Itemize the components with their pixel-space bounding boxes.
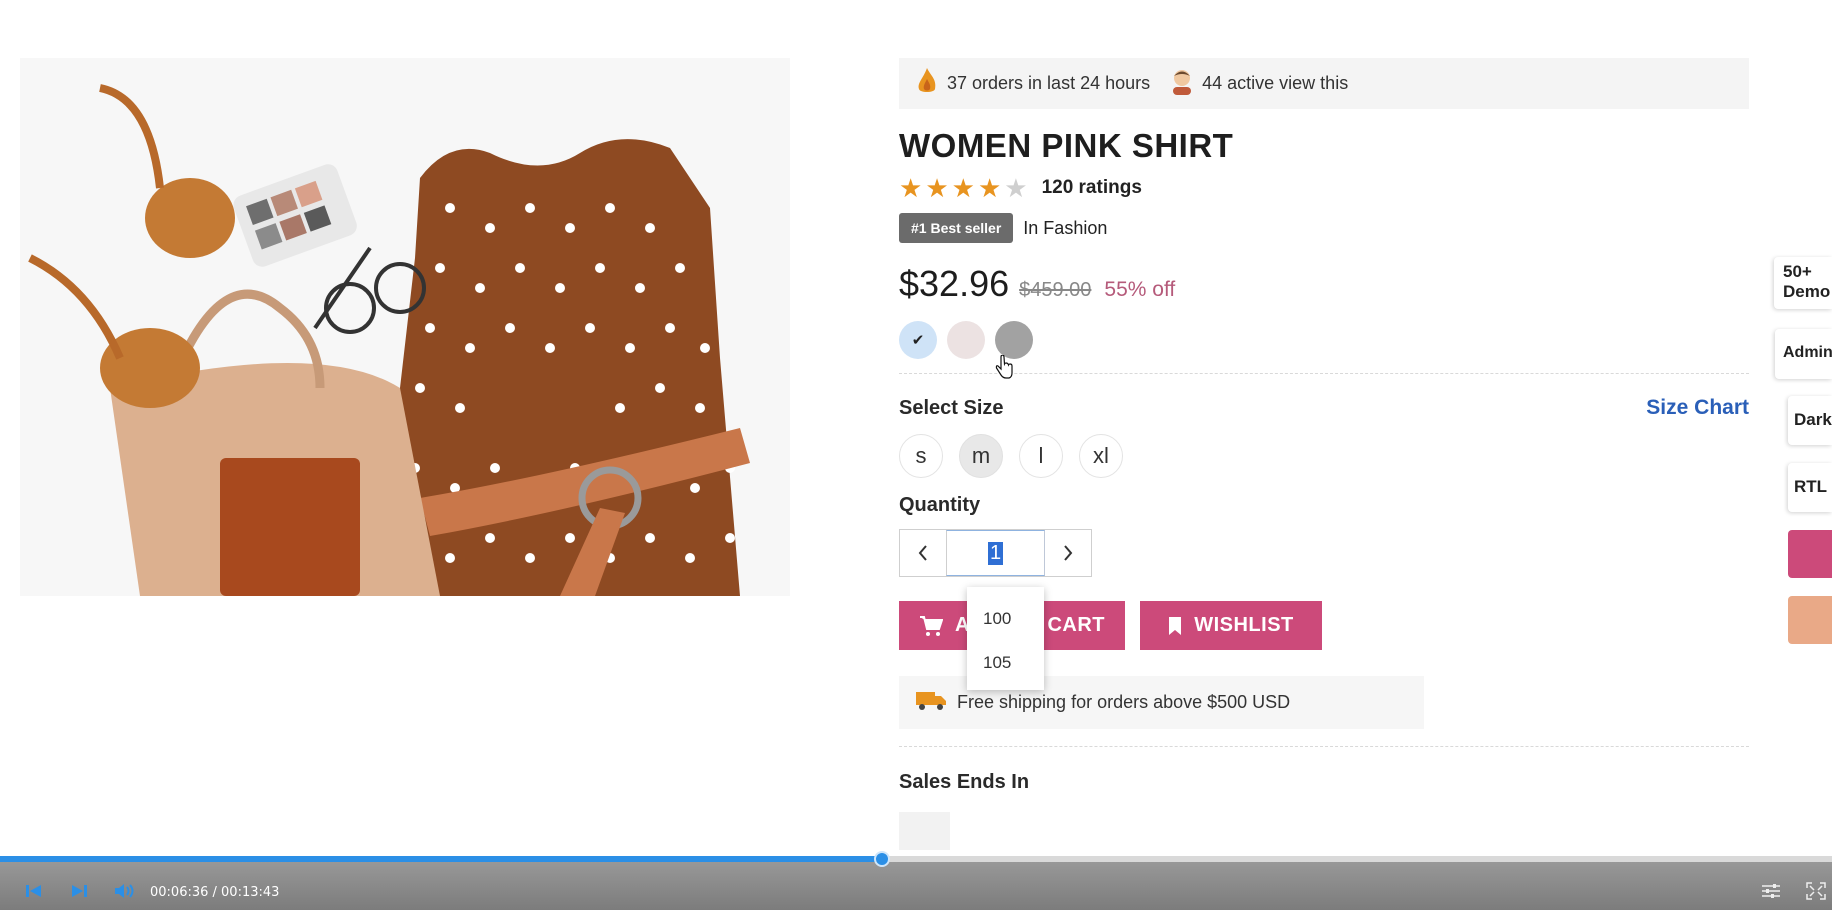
quantity-value: 1 — [987, 541, 1004, 565]
volume-icon — [115, 884, 134, 898]
star-icon: ★ — [899, 173, 923, 203]
size-chart-link[interactable]: Size Chart — [1646, 396, 1749, 420]
demos-tab[interactable]: 50+ Demo — [1774, 257, 1832, 309]
product-image — [20, 58, 790, 596]
pink-theme-tab[interactable] — [1788, 530, 1832, 578]
badge-category: In Fashion — [1023, 217, 1108, 238]
chevron-left-icon — [918, 545, 927, 561]
video-player-bar — [0, 858, 1832, 910]
star-rating: ★ ★ ★ ★ ★ — [899, 175, 1028, 201]
ratings-count[interactable]: 120 ratings — [1042, 177, 1142, 199]
divider — [899, 746, 1749, 747]
quantity-label: Quantity — [899, 494, 981, 516]
current-price: $32.96 — [899, 263, 1010, 304]
price-row: $32.96 $459.00 55% off — [899, 263, 1749, 305]
skip-back-icon — [26, 885, 41, 897]
sales-ends-label: Sales Ends In — [899, 771, 1030, 793]
volume-button[interactable] — [113, 880, 137, 902]
progress-fill — [0, 856, 882, 862]
color-swatch-grey[interactable] — [995, 321, 1033, 359]
orders-text: 37 orders in last 24 hours — [947, 73, 1151, 93]
skip-forward-button[interactable] — [67, 880, 91, 902]
quantity-stepper: 1 — [899, 529, 1092, 577]
chevron-right-icon — [1064, 545, 1073, 561]
product-title: WOMEN PINK SHIRT — [899, 127, 1234, 164]
star-icon: ★ — [925, 173, 949, 203]
peach-theme-tab[interactable] — [1788, 596, 1832, 644]
fire-icon — [915, 67, 939, 100]
size-header: Select Size Size Chart — [899, 396, 1749, 420]
playback-time: 00:06:36 / 00:13:43 — [150, 885, 280, 900]
product-photo — [20, 58, 790, 596]
star-icon: ★ — [951, 173, 975, 203]
product-info: 37 orders in last 24 hours 44 active vie… — [899, 58, 1749, 850]
rating-row: ★ ★ ★ ★ ★ 120 ratings — [899, 175, 1749, 201]
badge-row: #1 Best seller In Fashion — [899, 213, 1749, 243]
viewers-text: 44 active view this — [1202, 73, 1349, 93]
quantity-increase-button[interactable] — [1045, 530, 1091, 576]
suggestion-option[interactable]: 100 — [967, 597, 1044, 641]
size-options: s m l xl — [899, 434, 1749, 478]
select-size-label: Select Size — [899, 396, 1004, 419]
hand-cursor-icon — [995, 355, 1013, 379]
person-icon — [1170, 67, 1194, 100]
bookmark-icon — [1169, 616, 1182, 635]
quantity-suggestions-dropdown: 100 105 — [967, 587, 1044, 690]
quantity-decrease-button[interactable] — [900, 530, 946, 576]
check-icon: ✔ — [911, 332, 925, 349]
old-price: $459.00 — [1019, 279, 1092, 301]
action-buttons: A CART WISHLIST 100 105 — [899, 587, 1749, 690]
fullscreen-button[interactable] — [1804, 880, 1828, 902]
truck-icon — [915, 689, 947, 716]
color-swatch-light-pink[interactable] — [947, 321, 985, 359]
discount-label: 55% off — [1104, 278, 1176, 301]
star-empty-icon: ★ — [1004, 173, 1028, 203]
quantity-input[interactable]: 1 — [946, 530, 1045, 576]
fullscreen-icon — [1806, 882, 1826, 900]
sliders-icon — [1762, 884, 1780, 898]
wishlist-button[interactable]: WISHLIST — [1140, 601, 1322, 650]
size-option-xl[interactable]: xl — [1079, 434, 1123, 478]
star-icon: ★ — [977, 173, 1002, 203]
skip-forward-icon — [72, 885, 87, 897]
settings-button[interactable] — [1759, 880, 1783, 902]
rtl-tab[interactable]: RTL — [1788, 463, 1832, 512]
size-option-m[interactable]: m — [959, 434, 1003, 478]
dark-mode-tab[interactable]: Dark — [1788, 396, 1832, 445]
wishlist-label: WISHLIST — [1194, 614, 1294, 636]
color-swatches: ✔ — [899, 321, 1749, 379]
size-option-s[interactable]: s — [899, 434, 943, 478]
skip-back-button[interactable] — [22, 880, 46, 902]
shipping-text: Free shipping for orders above $500 USD — [957, 692, 1291, 712]
divider — [899, 373, 1749, 374]
urgency-bar: 37 orders in last 24 hours 44 active vie… — [899, 58, 1749, 109]
countdown-timer — [899, 812, 950, 850]
progress-knob[interactable] — [873, 851, 890, 867]
color-swatch-light-blue[interactable]: ✔ — [899, 321, 937, 359]
size-option-l[interactable]: l — [1019, 434, 1063, 478]
suggestion-option[interactable]: 105 — [967, 641, 1044, 685]
bestseller-badge: #1 Best seller — [899, 213, 1014, 243]
cart-icon — [920, 615, 943, 636]
admin-tab[interactable]: Admin — [1775, 329, 1832, 379]
cart-label-suffix: CART — [1047, 614, 1105, 636]
